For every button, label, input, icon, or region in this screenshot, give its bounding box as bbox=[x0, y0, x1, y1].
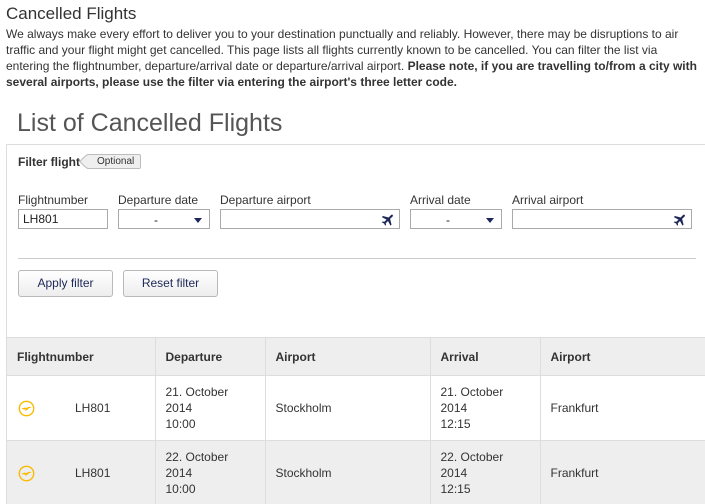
flightnumber-cell: LH801 bbox=[7, 375, 156, 441]
arrival-date-value: - bbox=[446, 213, 450, 227]
airplane-icon[interactable] bbox=[672, 213, 686, 227]
departure-year: 2014 bbox=[165, 401, 193, 415]
arrival-date: 21. October bbox=[440, 385, 504, 399]
flightnumber-input[interactable] bbox=[18, 209, 108, 229]
table-row[interactable]: LH801 21. October 2014 10:00 Stockholm 2… bbox=[7, 375, 705, 441]
filter-header: Filter flight Optional bbox=[18, 154, 142, 169]
crane-logo-icon bbox=[18, 465, 35, 482]
arrival-airport-cell: Frankfurt bbox=[540, 440, 705, 504]
chevron-down-icon bbox=[486, 218, 494, 223]
arrival-cell: 22. October 2014 12:15 bbox=[430, 440, 541, 504]
departure-date-select[interactable]: - bbox=[118, 209, 210, 229]
reset-filter-button[interactable]: Reset filter bbox=[123, 270, 218, 297]
departure-year: 2014 bbox=[165, 466, 193, 481]
column-header-arrival-airport: Airport bbox=[540, 337, 705, 376]
departure-airport-cell: Stockholm bbox=[265, 375, 431, 441]
column-header-flightnumber: Flightnumber bbox=[7, 337, 156, 376]
chevron-down-icon bbox=[194, 218, 202, 223]
arrival-date: 22. October bbox=[440, 450, 504, 465]
arrival-airport-label: Arrival airport bbox=[512, 193, 584, 207]
column-header-arrival: Arrival bbox=[430, 337, 541, 376]
cancelled-flights-table: Flightnumber Departure Airport Arrival A… bbox=[7, 337, 705, 504]
apply-filter-button[interactable]: Apply filter bbox=[18, 270, 113, 297]
column-header-departure: Departure bbox=[155, 337, 266, 376]
departure-airport-input[interactable] bbox=[220, 209, 400, 229]
departure-time: 10:00 bbox=[165, 482, 196, 497]
arrival-date-label: Arrival date bbox=[410, 193, 471, 207]
intro-text: We always make every effort to deliver y… bbox=[6, 26, 702, 90]
arrival-airport-cell: Frankfurt bbox=[540, 375, 705, 441]
arrival-year: 2014 bbox=[440, 466, 468, 481]
departure-date: 22. October bbox=[165, 450, 229, 465]
departure-cell: 22. October 2014 10:00 bbox=[155, 440, 266, 504]
arrival-cell: 21. October 2014 12:15 bbox=[430, 375, 541, 441]
arrival-year: 2014 bbox=[440, 401, 468, 415]
departure-date: 21. October bbox=[165, 385, 229, 399]
table-header-row: Flightnumber Departure Airport Arrival A… bbox=[7, 337, 705, 376]
optional-tag: Optional bbox=[86, 154, 142, 169]
departure-date-value: - bbox=[154, 213, 158, 227]
flightnumber-label: Flightnumber bbox=[18, 193, 89, 207]
filter-panel: Filter flight Optional Flightnumber Depa… bbox=[6, 144, 705, 504]
arrival-time: 12:15 bbox=[440, 482, 471, 497]
departure-date-label: Departure date bbox=[118, 193, 199, 207]
departure-cell: 21. October 2014 10:00 bbox=[155, 375, 266, 441]
filter-divider bbox=[18, 258, 696, 259]
departure-time: 10:00 bbox=[165, 417, 196, 431]
departure-airport-cell: Stockholm bbox=[265, 440, 431, 504]
list-title: List of Cancelled Flights bbox=[17, 109, 283, 137]
table-row[interactable]: LH801 22. October 2014 10:00 Stockholm 2… bbox=[7, 440, 705, 504]
departure-airport-label: Departure airport bbox=[220, 193, 311, 207]
arrival-time: 12:15 bbox=[440, 417, 471, 431]
arrival-date-select[interactable]: - bbox=[410, 209, 502, 229]
flightnumber-cell: LH801 bbox=[7, 440, 156, 504]
page-title: Cancelled Flights bbox=[6, 4, 137, 23]
filter-heading: Filter flight bbox=[18, 154, 80, 169]
column-header-departure-airport: Airport bbox=[265, 337, 431, 376]
airplane-icon[interactable] bbox=[380, 213, 394, 227]
crane-logo-icon bbox=[18, 400, 35, 417]
arrival-airport-input[interactable] bbox=[512, 209, 692, 229]
